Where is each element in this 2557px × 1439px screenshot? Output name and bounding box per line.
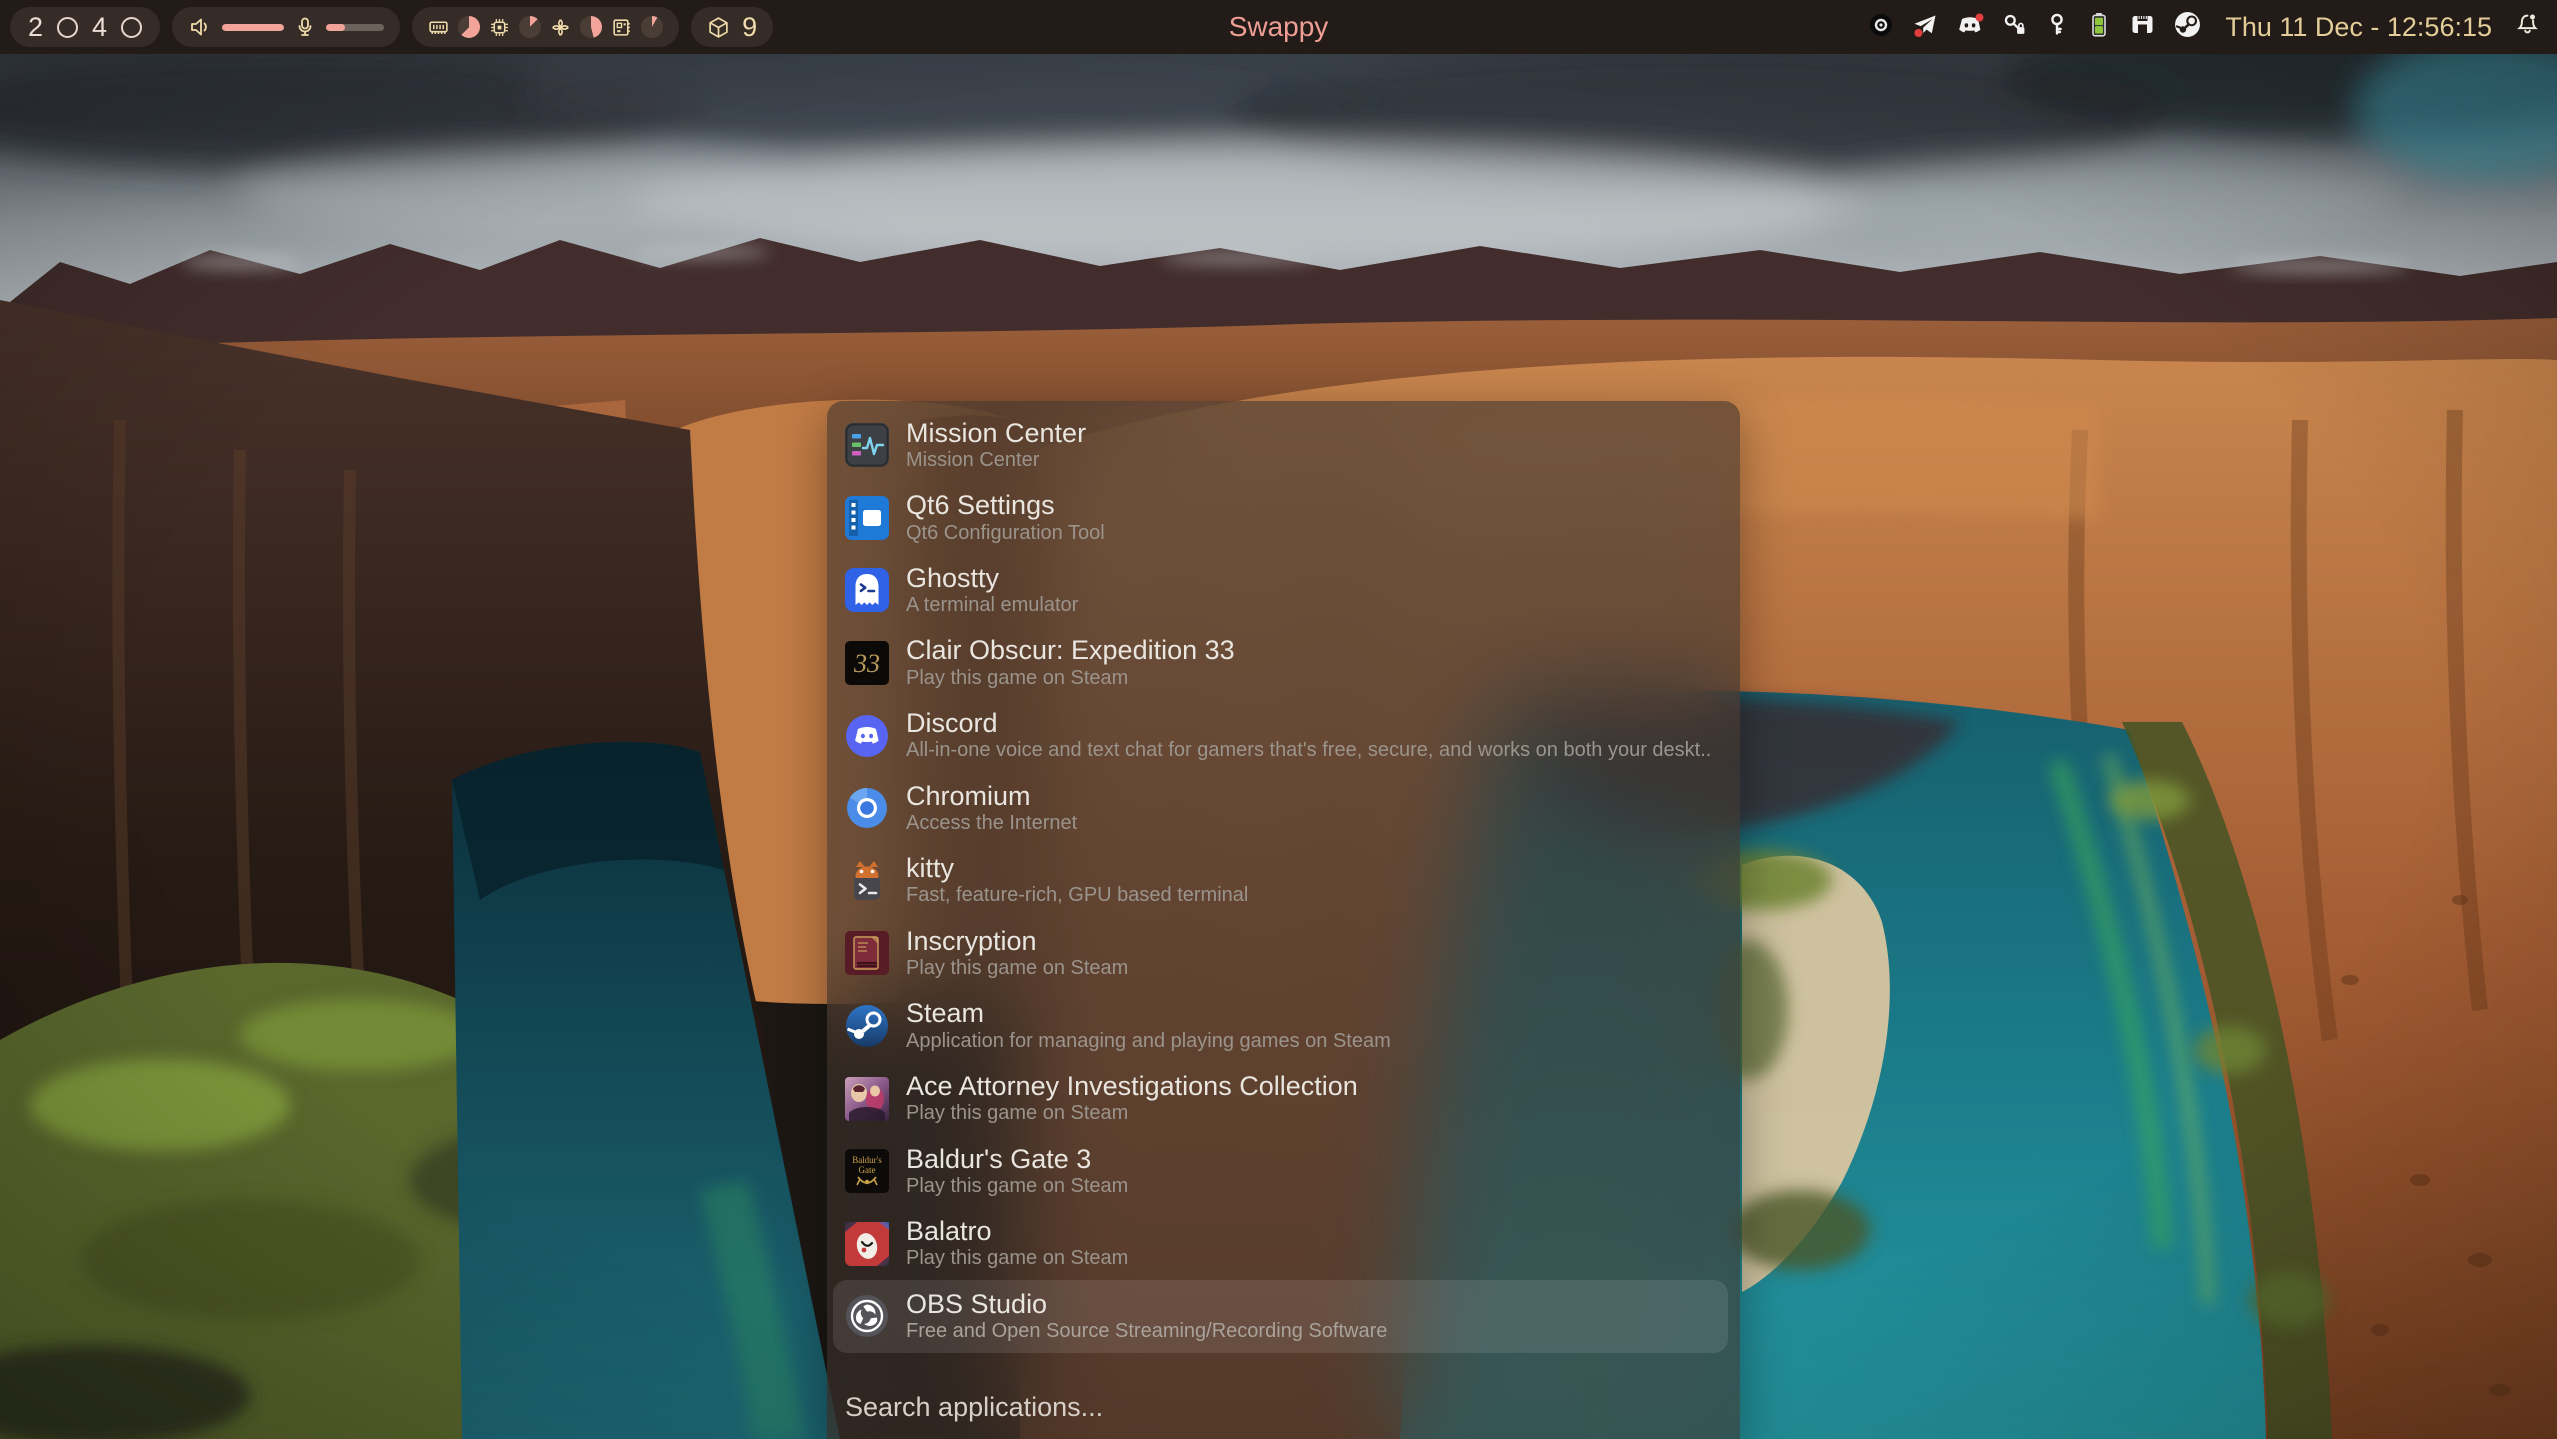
app-description: Play this game on Steam [906,956,1128,981]
app-row-mission-center[interactable]: Mission CenterMission Center [833,409,1728,482]
baldurs-gate-3-icon: Baldur'sGate [845,1149,889,1193]
app-description: Access the Internet [906,811,1077,836]
gpu-fan-icon [550,17,571,38]
app-row-balatro[interactable]: BalatroPlay this game on Steam [833,1208,1728,1281]
notification-bell-icon[interactable] [2514,11,2541,43]
app-list: Mission CenterMission Center Qt6 Setting… [833,409,1728,1353]
ghostty-icon [845,568,889,612]
mic-slider[interactable] [326,24,384,31]
steelseries-icon[interactable] [1868,12,1894,43]
app-description: Play this game on Steam [906,1246,1128,1271]
telegram-icon[interactable] [1912,12,1938,43]
ethernet-icon[interactable] [2129,12,2156,43]
app-name: Inscryption [906,926,1128,956]
workspace-dot-icon[interactable] [121,17,142,38]
app-row-clair-obscur[interactable]: 33 Clair Obscur: Expedition 33Play this … [833,627,1728,700]
app-row-inscryption[interactable]: InscryptionPlay this game on Steam [833,917,1728,990]
app-name: Mission Center [906,418,1086,448]
app-row-kitty[interactable]: kittyFast, feature-rich, GPU based termi… [833,845,1728,918]
app-name: Clair Obscur: Expedition 33 [906,635,1235,665]
steam-icon[interactable] [2174,11,2201,43]
app-description: Application for managing and playing gam… [906,1029,1391,1054]
gpu-usage-pie [580,16,602,38]
workspace-dot-icon[interactable] [57,17,78,38]
svg-text:Gate: Gate [859,1165,876,1175]
app-description: Fast, feature-rich, GPU based terminal [906,883,1248,908]
app-description: Play this game on Steam [906,666,1235,691]
app-description: Free and Open Source Streaming/Recording… [906,1319,1387,1344]
clock[interactable]: Thu 11 Dec - 12:56:15 [2225,12,2492,43]
package-icon [707,16,730,39]
app-name: OBS Studio [906,1289,1387,1319]
app-row-obs-studio[interactable]: OBS StudioFree and Open Source Streaming… [833,1280,1728,1353]
key-icon[interactable] [2045,12,2069,42]
microphone-icon [294,16,316,38]
app-row-ghostty[interactable]: GhosttyA terminal emulator [833,554,1728,627]
discord-icon [845,714,889,758]
app-row-baldurs-gate-3[interactable]: Baldur'sGate Baldur's Gate 3Play this ga… [833,1135,1728,1208]
workspaces-module[interactable]: 2 4 [10,7,160,47]
discord-icon[interactable] [1956,12,1984,43]
top-bar: 2 4 [0,0,2557,54]
app-name: Baldur's Gate 3 [906,1144,1128,1174]
system-tray: Thu 11 Dec - 12:56:15 [1868,11,2547,43]
app-name: Balatro [906,1216,1128,1246]
qt6-settings-icon [845,496,889,540]
search-input[interactable] [845,1392,1705,1423]
app-row-chromium[interactable]: ChromiumAccess the Internet [833,772,1728,845]
battery-icon[interactable] [2087,11,2111,43]
system-metrics-module [412,7,679,47]
kitty-icon [845,859,889,903]
motherboard-icon [611,17,632,38]
cpu-usage-pie [519,16,541,38]
obs-studio-icon [845,1294,889,1338]
audio-module [172,7,400,47]
app-description: All-in-one voice and text chat for gamer… [906,738,1711,763]
app-name: Steam [906,998,1391,1028]
app-row-ace-attorney[interactable]: Ace Attorney Investigations CollectionPl… [833,1062,1728,1135]
app-row-steam[interactable]: SteamApplication for managing and playin… [833,990,1728,1063]
disk-usage-pie [641,16,663,38]
clair-obscur-icon: 33 [845,641,889,685]
inscryption-icon [845,931,889,975]
app-description: Qt6 Configuration Tool [906,521,1105,546]
app-name: Chromium [906,781,1077,811]
memory-icon [428,17,449,38]
mic-slider-fill [326,24,345,31]
cpu-icon [489,17,510,38]
key-lock-icon[interactable] [2002,12,2027,42]
app-row-discord[interactable]: DiscordAll-in-one voice and text chat fo… [833,699,1728,772]
volume-slider-fill [222,24,284,31]
app-name: Ghostty [906,563,1078,593]
memory-usage-pie [458,16,480,38]
app-description: Play this game on Steam [906,1174,1128,1199]
speaker-icon [188,15,212,39]
workspace-4[interactable]: 4 [92,7,107,47]
app-description: Mission Center [906,448,1086,473]
workspace-2[interactable]: 2 [28,7,43,47]
updates-module[interactable]: 9 [691,7,773,47]
ace-attorney-icon [845,1077,889,1121]
app-launcher-panel: Mission CenterMission Center Qt6 Setting… [827,401,1740,1439]
mission-center-icon [845,423,889,467]
app-description: A terminal emulator [906,593,1078,618]
steam-icon [845,1004,889,1048]
balatro-icon [845,1222,889,1266]
app-name: Discord [906,708,1711,738]
svg-text:Baldur's: Baldur's [852,1155,882,1165]
chromium-icon [845,786,889,830]
svg-text:33: 33 [853,649,880,678]
app-name: Ace Attorney Investigations Collection [906,1071,1358,1101]
app-row-qt6-settings[interactable]: Qt6 SettingsQt6 Configuration Tool [833,482,1728,555]
app-name: kitty [906,853,1248,883]
app-name: Qt6 Settings [906,490,1105,520]
app-description: Play this game on Steam [906,1101,1358,1126]
updates-count: 9 [742,12,757,43]
volume-slider[interactable] [222,24,284,31]
